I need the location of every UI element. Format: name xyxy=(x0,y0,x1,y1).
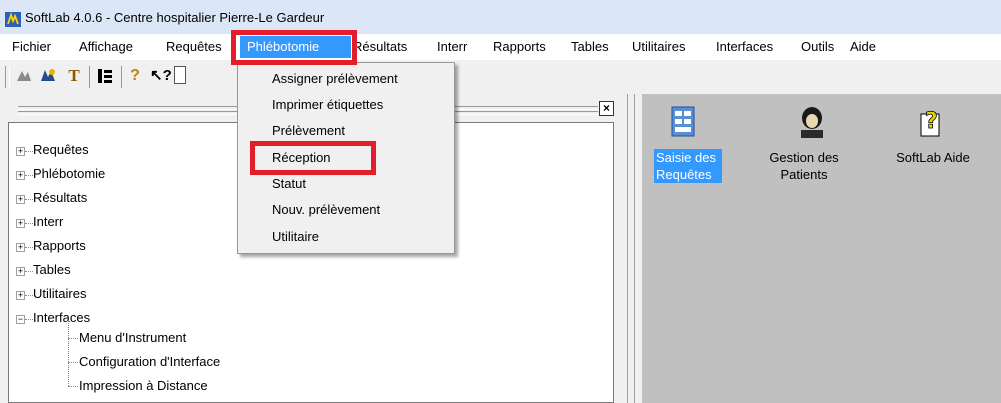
tree-item-tables[interactable]: Tables xyxy=(33,262,71,277)
tree-connector xyxy=(25,151,33,152)
shortcut-label-line2: Patients xyxy=(780,167,828,182)
toolbar: T ? ↖? xyxy=(0,60,1001,94)
window-title: SoftLab 4.0.6 - Centre hospitalier Pierr… xyxy=(25,10,325,25)
menu-item-statut[interactable]: Statut xyxy=(272,176,306,191)
highlight-box-reception xyxy=(250,141,376,175)
toolbar-separator xyxy=(89,66,90,88)
tree-connector xyxy=(25,199,33,200)
splitter-line xyxy=(634,94,635,403)
tree-connector xyxy=(25,295,33,296)
menu-rapports[interactable]: Rapports xyxy=(493,39,546,54)
app-icon xyxy=(5,12,21,27)
tree-item-menu-instrument[interactable]: Menu d'Instrument xyxy=(79,330,186,345)
shortcut-label-line1: Gestion des xyxy=(769,150,839,165)
form-icon[interactable] xyxy=(669,106,699,138)
document-tool-icon[interactable] xyxy=(174,66,186,84)
text-tool-icon[interactable]: T xyxy=(64,66,84,86)
help-icon[interactable]: ? xyxy=(917,106,947,138)
tree-item-phlebotomie[interactable]: Phlébotomie xyxy=(33,166,105,181)
tree-item-utilitaires[interactable]: Utilitaires xyxy=(33,286,86,301)
svg-text:?: ? xyxy=(925,109,938,134)
tree-connector xyxy=(68,362,78,363)
menu-aide[interactable]: Aide xyxy=(850,39,876,54)
help-tool-icon[interactable]: ? xyxy=(125,66,145,86)
tree-connector xyxy=(25,247,33,248)
analyzer-tool-icon[interactable] xyxy=(38,66,58,86)
expand-icon[interactable]: + xyxy=(16,195,25,204)
expand-icon[interactable]: + xyxy=(16,219,25,228)
menu-resultats[interactable]: Résultats xyxy=(353,39,407,54)
toolbar-separator xyxy=(121,66,122,88)
tree-item-impression-distance[interactable]: Impression à Distance xyxy=(79,378,208,393)
menu-interr[interactable]: Interr xyxy=(437,39,467,54)
splitter-line xyxy=(627,94,628,403)
context-help-icon[interactable]: ↖? xyxy=(150,66,172,86)
tree-item-configuration-interface[interactable]: Configuration d'Interface xyxy=(79,354,220,369)
tree-tool-icon[interactable] xyxy=(95,66,115,86)
shortcut-label-line1: Saisie des xyxy=(656,150,716,165)
menu-tables[interactable]: Tables xyxy=(571,39,609,54)
menu-item-assigner-prelevement[interactable]: Assigner prélèvement xyxy=(272,71,398,86)
toolbar-grip xyxy=(5,66,10,88)
menu-item-utilitaire[interactable]: Utilitaire xyxy=(272,229,319,244)
expand-icon[interactable]: + xyxy=(16,243,25,252)
menu-requetes[interactable]: Requêtes xyxy=(166,39,222,54)
menu-interfaces[interactable]: Interfaces xyxy=(716,39,773,54)
title-bar: SoftLab 4.0.6 - Centre hospitalier Pierr… xyxy=(0,0,1001,34)
shortcut-saisie-requetes[interactable]: Saisie des Requêtes xyxy=(654,149,722,183)
tree-connector xyxy=(25,271,33,272)
close-icon[interactable]: × xyxy=(599,101,614,116)
menu-bar: Fichier Affichage Requêtes Résultats Int… xyxy=(0,34,1001,60)
tree-connector xyxy=(68,338,78,339)
tree-item-interr[interactable]: Interr xyxy=(33,214,63,229)
expand-icon[interactable]: + xyxy=(16,291,25,300)
patient-icon[interactable] xyxy=(797,106,827,138)
patients-tool-icon[interactable] xyxy=(14,66,34,86)
menu-fichier[interactable]: Fichier xyxy=(12,39,51,54)
tree-connector xyxy=(68,320,69,386)
menu-item-imprimer-etiquettes[interactable]: Imprimer étiquettes xyxy=(272,97,383,112)
expand-icon[interactable]: + xyxy=(16,171,25,180)
tree-item-rapports[interactable]: Rapports xyxy=(33,238,86,253)
shortcut-softlab-aide[interactable]: SoftLab Aide xyxy=(887,149,979,166)
tree-connector xyxy=(68,386,78,387)
tree-item-requetes[interactable]: Requêtes xyxy=(33,142,89,157)
menu-utilitaires[interactable]: Utilitaires xyxy=(632,39,685,54)
tree-item-interfaces[interactable]: Interfaces xyxy=(33,310,90,325)
shortcut-label-line2: Requêtes xyxy=(656,167,712,182)
shortcut-area xyxy=(642,94,1001,403)
menu-item-prelevement[interactable]: Prélèvement xyxy=(272,123,345,138)
tree-connector xyxy=(25,175,33,176)
tree-connector xyxy=(25,319,33,320)
tree-connector xyxy=(25,223,33,224)
menu-item-nouv-prelevement[interactable]: Nouv. prélèvement xyxy=(272,202,380,217)
expand-icon[interactable]: + xyxy=(16,147,25,156)
tree-item-resultats[interactable]: Résultats xyxy=(33,190,87,205)
menu-affichage[interactable]: Affichage xyxy=(79,39,133,54)
shortcut-gestion-patients[interactable]: Gestion des Patients xyxy=(758,149,850,183)
pane-splitter[interactable] xyxy=(622,94,642,403)
highlight-box-menu xyxy=(231,30,357,65)
collapse-icon[interactable]: − xyxy=(16,315,25,324)
expand-icon[interactable]: + xyxy=(16,267,25,276)
menu-outils[interactable]: Outils xyxy=(801,39,834,54)
